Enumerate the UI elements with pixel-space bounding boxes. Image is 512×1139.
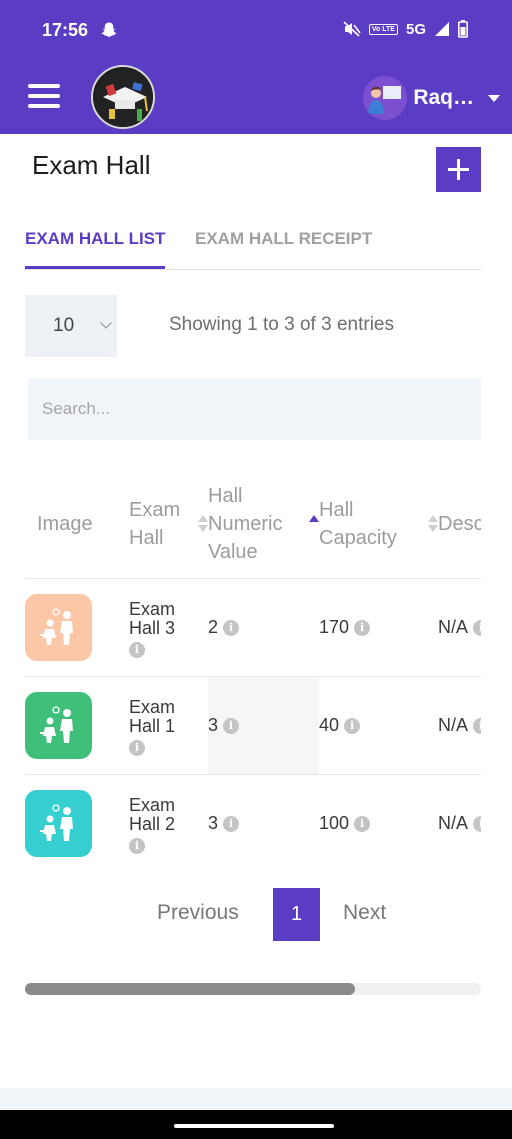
app-root: 17:56 Vo LTE 5G Raq… Exam Hall EXAM HALL… [0, 0, 512, 1139]
info-icon[interactable]: i [354, 815, 371, 832]
exam-hall-name: Exam Hall 3 [129, 598, 176, 638]
tab-exam-hall-receipt[interactable]: EXAM HALL RECEIPT [195, 229, 372, 249]
home-gesture-handle[interactable] [174, 1124, 334, 1128]
entries-info: Showing 1 to 3 of 3 entries [169, 314, 394, 335]
graduation-cap-logo-icon [95, 69, 153, 127]
column-header-image: Image [25, 470, 129, 579]
hall-capacity: 40 [319, 714, 340, 735]
add-exam-hall-button[interactable] [436, 147, 481, 192]
exam-room-icon [40, 607, 73, 645]
exam-room-icon [40, 705, 73, 743]
hall-description: N/A [438, 714, 469, 735]
previous-page-button[interactable]: Previous [157, 901, 239, 925]
hall-numeric-value: 3 [208, 812, 219, 833]
page-length-value: 10 [53, 315, 75, 336]
search-input[interactable] [28, 378, 481, 440]
user-name: Raq… [413, 86, 474, 109]
app-header: 17:56 Vo LTE 5G Raq… [0, 0, 512, 134]
mute-icon [343, 21, 361, 37]
chevron-down-icon [488, 94, 500, 102]
info-icon[interactable]: i [473, 815, 481, 832]
page-title: Exam Hall [32, 150, 151, 180]
column-header-hall-capacity[interactable]: Hall Capacity [319, 470, 438, 579]
hall-capacity: 100 [319, 812, 350, 833]
tab-exam-hall-list[interactable]: EXAM HALL LIST [25, 229, 166, 269]
exam-hall-name: Exam Hall 2 [129, 794, 176, 834]
exam-hall-name: Exam Hall 1 [129, 696, 176, 736]
table-row[interactable]: Exam Hall 2i 3i 100i N/Ai [25, 774, 481, 872]
column-header-hall-numeric-value[interactable]: Hall Numeric Value [208, 470, 319, 579]
system-nav-bar [0, 1110, 512, 1139]
info-icon[interactable]: i [354, 619, 371, 636]
sort-icon [428, 515, 438, 533]
info-icon[interactable]: i [223, 619, 240, 636]
pagination: Previous 1 Next [0, 888, 512, 941]
exam-room-icon [40, 803, 73, 841]
info-icon[interactable]: i [473, 619, 481, 636]
hall-numeric-value: 3 [208, 714, 219, 735]
table-row[interactable]: Exam Hall 1i 3i 40i N/Ai [25, 676, 481, 775]
network-type: 5G [405, 20, 426, 38]
info-icon[interactable]: i [473, 717, 481, 734]
table-row[interactable]: Exam Hall 3i 2i 170i N/Ai [25, 578, 481, 677]
battery-icon [458, 20, 468, 38]
snapchat-icon [101, 22, 117, 37]
volte-badge: Vo LTE [368, 23, 398, 35]
school-logo[interactable] [91, 65, 155, 129]
horizontal-scrollbar-thumb[interactable] [25, 983, 355, 995]
page-length-select[interactable]: 10 [25, 295, 117, 357]
signal-icon [435, 22, 449, 36]
hall-capacity: 170 [319, 616, 350, 637]
column-header-description[interactable]: Description [438, 470, 481, 579]
info-icon[interactable]: i [223, 717, 240, 734]
info-icon[interactable]: i [223, 815, 240, 832]
info-icon[interactable]: i [129, 641, 145, 658]
sort-icon [198, 515, 208, 533]
status-time: 17:56 [42, 20, 89, 40]
info-icon[interactable]: i [129, 739, 145, 756]
user-menu[interactable]: Raq… [363, 76, 500, 120]
exam-hall-image [25, 691, 92, 759]
exam-hall-image [25, 789, 92, 857]
hall-description: N/A [438, 616, 469, 637]
info-icon[interactable]: i [344, 717, 361, 734]
tab-bar: EXAM HALL LIST EXAM HALL RECEIPT [25, 222, 481, 270]
teacher-avatar-icon [363, 76, 408, 120]
info-icon[interactable]: i [129, 837, 145, 854]
sort-ascending-icon [309, 515, 319, 533]
menu-button[interactable] [28, 84, 60, 108]
table-header-row: Image Exam Hall Hall Numeric Value Hall … [25, 470, 481, 579]
page-number-button[interactable]: 1 [273, 888, 320, 941]
hall-numeric-value: 2 [208, 616, 219, 637]
status-icons: Vo LTE 5G [343, 20, 468, 38]
chevron-down-icon [100, 317, 112, 329]
exam-hall-table: Image Exam Hall Hall Numeric Value Hall … [25, 470, 481, 872]
page-footer [0, 1088, 512, 1110]
column-header-exam-hall[interactable]: Exam Hall [129, 470, 208, 579]
hall-description: N/A [438, 812, 469, 833]
next-page-button[interactable]: Next [343, 901, 386, 925]
user-avatar [363, 76, 408, 120]
exam-hall-image [25, 593, 92, 661]
